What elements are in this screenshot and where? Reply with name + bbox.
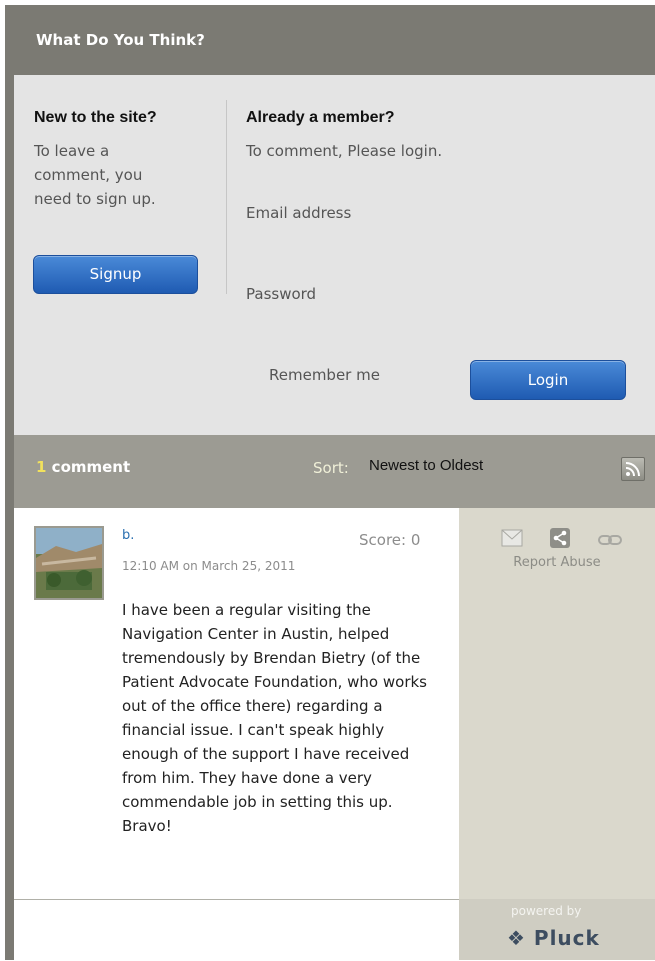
signup-prompt-line: need to sign up. xyxy=(34,190,156,208)
comment-actions: Report Abuse xyxy=(459,508,655,899)
comment-body: I have been a regular visiting the Navig… xyxy=(122,601,427,835)
auth-panel: New to the site? To leave a comment, you… xyxy=(14,75,655,435)
sort-label: Sort: xyxy=(313,459,349,477)
signup-prompt: To leave a comment, you need to sign up. xyxy=(34,139,156,211)
signup-prompt-line: To leave a xyxy=(34,142,110,160)
email-field[interactable] xyxy=(246,227,630,253)
powered-by-label: powered by xyxy=(511,904,582,918)
pluck-logo-text: Pluck xyxy=(533,926,600,950)
login-button[interactable]: Login xyxy=(470,360,626,400)
signup-prompt-line: comment, you xyxy=(34,166,143,184)
new-user-heading: New to the site? xyxy=(34,109,157,126)
member-heading: Already a member? xyxy=(246,109,395,126)
pluck-logo: ❖ Pluck xyxy=(507,926,600,950)
comment-score: Score: 0 xyxy=(359,531,421,549)
comment-widget: What Do You Think? New to the site? To l… xyxy=(5,5,655,961)
comment-count-number: 1 xyxy=(36,458,47,476)
comments-bar: 1 comment Sort: Newest to Oldest xyxy=(14,435,655,508)
link-icon[interactable] xyxy=(598,532,622,551)
comment-count: 1 comment xyxy=(36,458,130,476)
report-abuse-link[interactable]: Report Abuse xyxy=(459,555,655,570)
share-icon[interactable] xyxy=(549,527,571,553)
email-label: Email address xyxy=(246,204,352,222)
pluck-logo-icon: ❖ xyxy=(507,926,526,950)
pluck-branding: powered by ❖ Pluck xyxy=(459,899,655,960)
login-prompt: To comment, Please login. xyxy=(246,142,443,160)
comment-timestamp: 12:10 AM on March 25, 2011 xyxy=(122,559,296,573)
password-field[interactable] xyxy=(246,308,630,334)
remember-me-label[interactable]: Remember me xyxy=(269,363,380,387)
email-icon[interactable] xyxy=(501,529,523,551)
widget-header: What Do You Think? xyxy=(5,5,655,75)
auth-divider xyxy=(226,100,227,294)
sort-select[interactable]: Newest to Oldest xyxy=(369,457,483,474)
comment-item: b. Score: 0 12:10 AM on March 25, 2011 I… xyxy=(14,508,459,899)
comment-count-label: comment xyxy=(51,458,131,476)
rss-icon[interactable] xyxy=(621,457,645,481)
comment-footer xyxy=(14,899,459,961)
signup-button[interactable]: Signup xyxy=(33,255,198,294)
password-label: Password xyxy=(246,285,317,303)
comment-author[interactable]: b. xyxy=(122,528,134,543)
avatar[interactable] xyxy=(34,526,104,600)
widget-title: What Do You Think? xyxy=(36,31,205,49)
